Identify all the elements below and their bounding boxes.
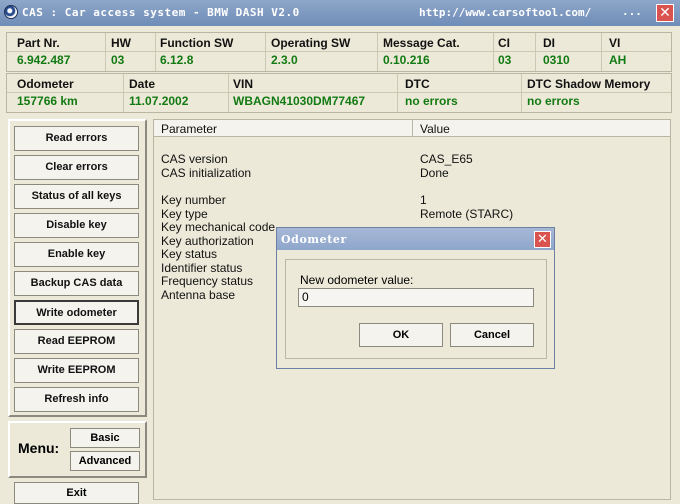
message-cat-header: Message Cat.: [383, 36, 460, 50]
message-cat-value: 0.10.216: [383, 53, 430, 67]
di-value: 0310: [543, 53, 570, 67]
parameter-column-header[interactable]: Parameter: [161, 122, 217, 136]
vin-header: VIN: [233, 77, 254, 91]
list-item-value: Remote (STARC): [420, 207, 514, 221]
function-sw-header: Function SW: [160, 36, 234, 50]
dtc-shadow-value: no errors: [527, 94, 580, 108]
divider: [155, 33, 156, 71]
di-header: DI: [543, 36, 555, 50]
ok-button[interactable]: OK: [359, 323, 443, 347]
menu-dots-icon[interactable]: ...: [622, 5, 642, 18]
divider: [397, 74, 398, 112]
divider: [601, 33, 602, 71]
write-odometer-button[interactable]: Write odometer: [14, 300, 139, 325]
divider: [105, 33, 106, 71]
close-icon[interactable]: ✕: [656, 4, 674, 22]
divider: [7, 51, 671, 52]
value-column-header[interactable]: Value: [420, 122, 450, 136]
divider: [123, 74, 124, 112]
ci-value: 03: [498, 53, 512, 67]
date-header: Date: [129, 77, 156, 91]
cancel-button[interactable]: Cancel: [450, 323, 534, 347]
function-sw-value: 6.12.8: [160, 53, 194, 67]
divider: [7, 92, 671, 93]
odometer-input[interactable]: 0: [298, 288, 534, 307]
status-of-all-keys-button[interactable]: Status of all keys: [14, 184, 139, 209]
enable-key-button[interactable]: Enable key: [14, 242, 139, 267]
menu-label: Menu:: [18, 440, 60, 456]
list-item-value: 1: [420, 193, 427, 207]
list-item: Frequency status: [161, 274, 254, 288]
window-title: CAS : Car access system - BMW DASH V2.0: [22, 6, 300, 19]
odometer-input-label: New odometer value:: [300, 273, 414, 287]
advanced-menu-button[interactable]: Advanced: [70, 451, 140, 471]
basic-menu-button[interactable]: Basic: [70, 428, 140, 448]
vi-value: AH: [609, 53, 627, 67]
dialog-close-icon[interactable]: ✕: [534, 231, 551, 248]
operating-sw-header: Operating SW: [271, 36, 351, 50]
list-item: Antenna base: [161, 288, 236, 302]
vin-value: WBAGN41030DM77467: [233, 94, 366, 108]
divider: [228, 74, 229, 112]
hw-value: 03: [111, 53, 125, 67]
title-bar: CAS : Car access system - BMW DASH V2.0 …: [0, 0, 680, 26]
list-item: Key status: [161, 247, 218, 261]
dtc-value: no errors: [405, 94, 458, 108]
refresh-info-button[interactable]: Refresh info: [14, 387, 139, 412]
backup-cas-data-button[interactable]: Backup CAS data: [14, 271, 139, 296]
website-url: http://www.carsoftool.com/: [419, 6, 592, 19]
clear-errors-button[interactable]: Clear errors: [14, 155, 139, 180]
disable-key-button[interactable]: Disable key: [14, 213, 139, 238]
divider: [493, 33, 494, 71]
operating-sw-value: 2.3.0: [271, 53, 298, 67]
divider: [535, 33, 536, 71]
write-eeprom-button[interactable]: Write EEPROM: [14, 358, 139, 383]
dialog-title: Odometer: [281, 233, 347, 246]
list-item: Key mechanical code: [161, 220, 276, 234]
list-item-value: Done: [420, 166, 449, 180]
vi-header: VI: [609, 36, 621, 50]
list-item: CAS version: [161, 152, 228, 166]
part-nr-header: Part Nr.: [17, 36, 60, 50]
divider: [521, 74, 522, 112]
read-eeprom-button[interactable]: Read EEPROM: [14, 329, 139, 354]
odometer-header: Odometer: [17, 77, 74, 91]
exit-button[interactable]: Exit: [14, 482, 139, 504]
list-item-value: CAS_E65: [420, 152, 473, 166]
odometer-value: 157766 km: [17, 94, 78, 108]
list-item: CAS initialization: [161, 166, 252, 180]
hw-header: HW: [111, 36, 131, 50]
date-value: 11.07.2002: [129, 94, 189, 108]
dtc-shadow-header: DTC Shadow Memory: [527, 77, 651, 91]
dialog-title-bar[interactable]: Odometer: [277, 228, 554, 250]
list-item: Key number: [161, 193, 226, 207]
divider: [377, 33, 378, 71]
divider: [412, 120, 413, 137]
part-nr-value: 6.942.487: [17, 53, 71, 67]
read-errors-button[interactable]: Read errors: [14, 126, 139, 151]
divider: [265, 33, 266, 71]
dtc-header: DTC: [405, 77, 430, 91]
ci-header: CI: [498, 36, 510, 50]
app-logo-icon: [4, 5, 18, 19]
